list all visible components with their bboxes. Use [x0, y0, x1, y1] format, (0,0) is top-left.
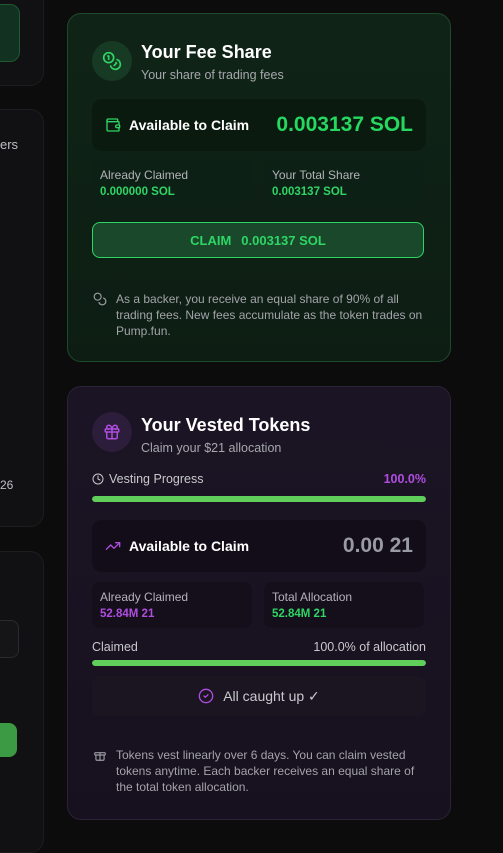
fee-share-card: Your Fee Share Your share of trading fee…: [67, 13, 451, 362]
stat-value: 0.000000 SOL: [100, 186, 175, 198]
left-green-button[interactable]: [0, 4, 20, 62]
left-text-fragment: 26: [0, 478, 14, 492]
fee-note-text: As a backer, you receive an equal share …: [116, 292, 423, 338]
fee-total-share-stat: Your Total Share 0.003137 SOL: [264, 160, 424, 206]
vested-tokens-card: Your Vested Tokens Claim your $21 alloca…: [67, 386, 451, 820]
all-caught-up-status: All caught up ✓: [92, 676, 426, 716]
all-caught-up-text: All caught up ✓: [223, 687, 320, 704]
claim-button-label: CLAIM: [190, 232, 232, 248]
vesting-progress-row: Vesting Progress 100.0%: [92, 472, 426, 486]
vested-available-label: Available to Claim: [129, 538, 250, 554]
gift-icon: [94, 752, 106, 761]
stat-value: 52.84M 21: [272, 608, 327, 620]
wallet-icon: [106, 118, 121, 132]
coins-icon: [93, 292, 107, 306]
stat-value: 52.84M 21: [100, 608, 155, 620]
fee-share-note: As a backer, you receive an equal share …: [92, 291, 426, 339]
left-card-middle: [0, 109, 44, 527]
stat-label: Already Claimed: [100, 590, 189, 604]
stat-value: 0.003137 SOL: [272, 186, 347, 198]
check-circle-icon: [198, 688, 214, 704]
vested-title: Your Vested Tokens: [141, 415, 311, 435]
vesting-progress-bar: [92, 496, 426, 502]
left-input-field[interactable]: [0, 620, 19, 658]
vested-already-claimed-stat: Already Claimed 52.84M 21: [92, 582, 252, 628]
claimed-progress-bar: [92, 660, 426, 666]
stat-label: Total Allocation: [272, 590, 353, 604]
clock-icon: [92, 473, 104, 485]
fee-already-claimed-stat: Already Claimed 0.000000 SOL: [92, 160, 252, 206]
claim-button-amount: 0.003137 SOL: [241, 232, 326, 248]
stat-label: Your Total Share: [272, 168, 361, 182]
vested-total-allocation-stat: Total Allocation 52.84M 21: [264, 582, 424, 628]
vested-note-text: Tokens vest linearly over 6 days. You ca…: [116, 748, 415, 794]
coins-icon: [92, 41, 132, 81]
fee-available-amount: 0.003137 SOL: [276, 113, 413, 136]
claimed-progress-row: Claimed 100.0% of allocation: [92, 640, 426, 654]
left-action-button[interactable]: [0, 723, 17, 757]
vested-available-amount: 0.00 21: [342, 534, 413, 557]
vested-available-box: Available to Claim 0.00 21: [92, 520, 426, 572]
stat-label: Already Claimed: [100, 168, 189, 182]
fee-share-title: Your Fee Share: [141, 42, 272, 62]
vested-subtitle: Claim your $21 allocation: [141, 441, 282, 455]
fee-available-box: Available to Claim 0.003137 SOL: [92, 99, 426, 151]
claimed-progress-fill: [92, 660, 426, 666]
fee-available-label: Available to Claim: [129, 117, 250, 133]
left-text-fragment: ers: [0, 137, 19, 152]
gift-icon: [92, 412, 132, 452]
claimed-value: 100.0% of allocation: [313, 640, 426, 654]
claim-fees-button[interactable]: CLAIM 0.003137 SOL: [92, 222, 424, 258]
trending-up-icon: [105, 542, 121, 550]
vested-note: Tokens vest linearly over 6 days. You ca…: [92, 747, 426, 795]
vesting-progress-label: Vesting Progress: [109, 472, 204, 486]
vesting-progress-fill: [92, 496, 426, 502]
left-card-bottom: [0, 551, 44, 853]
vesting-progress-value: 100.0%: [383, 472, 426, 486]
claimed-label: Claimed: [92, 640, 138, 654]
fee-share-subtitle: Your share of trading fees: [141, 68, 284, 82]
